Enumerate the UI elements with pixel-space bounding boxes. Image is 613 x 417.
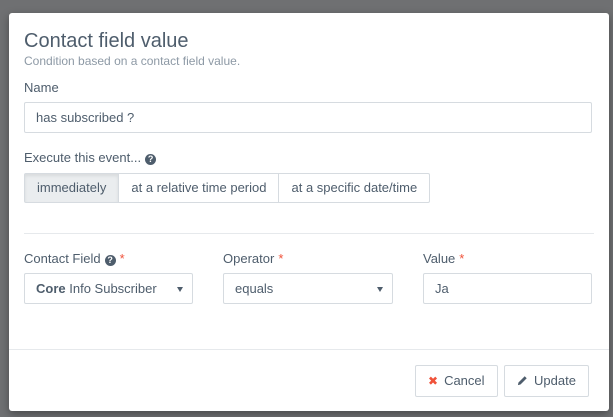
required-mark: * — [459, 251, 465, 266]
value-label-text: Value — [423, 251, 456, 266]
update-label: Update — [534, 373, 576, 388]
contact-field-group: Core — [36, 281, 66, 296]
contact-field-select[interactable]: Core Info Subscriber — [24, 273, 193, 304]
close-icon: ✖ — [428, 374, 439, 388]
execute-date-button[interactable]: at a specific date/time — [278, 173, 431, 203]
value-input[interactable]: Ja — [423, 273, 592, 304]
chevron-down-icon — [377, 287, 383, 292]
pencil-icon — [517, 367, 528, 397]
execute-button-group: immediately at a relative time period at… — [24, 173, 431, 203]
contact-field-label-text: Contact Field — [24, 251, 101, 266]
name-input[interactable]: has subscribed ? — [24, 102, 592, 133]
modal-dialog: Contact field value Condition based on a… — [9, 13, 609, 411]
question-circle-icon[interactable]: ? — [145, 154, 157, 165]
name-label: Name — [24, 80, 59, 95]
cancel-button[interactable]: ✖ Cancel — [415, 365, 498, 397]
section-divider — [24, 233, 594, 234]
operator-select[interactable]: equals — [223, 273, 393, 304]
execute-label-text: Execute this event... — [24, 150, 142, 165]
operator-label-text: Operator — [223, 251, 275, 266]
chevron-down-icon — [177, 287, 183, 292]
execute-relative-button[interactable]: at a relative time period — [118, 173, 280, 203]
cancel-label: Cancel — [444, 373, 485, 388]
required-mark: * — [278, 251, 284, 266]
modal-title: Contact field value — [24, 30, 189, 52]
footer-divider — [9, 349, 609, 350]
required-mark: * — [119, 251, 125, 266]
update-button[interactable]: Update — [504, 365, 589, 397]
operator-label: Operator * — [223, 251, 283, 266]
question-circle-icon[interactable]: ? — [104, 255, 116, 266]
operator-value: equals — [235, 281, 274, 296]
value-label: Value * — [423, 251, 464, 266]
contact-field-value: Info Subscriber — [69, 281, 157, 296]
execute-immediately-button[interactable]: immediately — [24, 173, 120, 203]
modal-subtitle: Condition based on a contact field value… — [24, 54, 241, 68]
contact-field-label: Contact Field? * — [24, 251, 125, 266]
execute-label: Execute this event...? — [24, 150, 157, 165]
